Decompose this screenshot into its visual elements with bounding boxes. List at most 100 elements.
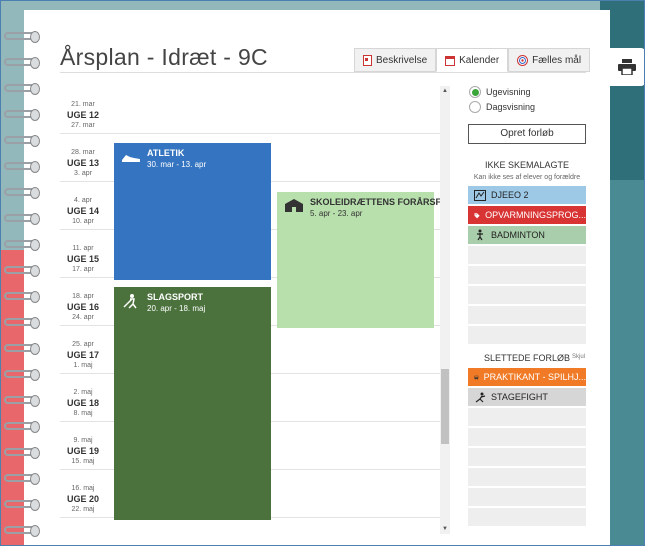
radio-unselected-icon [469, 101, 481, 113]
week-start-date: 28. mar [71, 149, 95, 156]
week-label: UGE 13 [66, 158, 99, 168]
course-block-slagsport[interactable]: SLAGSPORT 20. apr - 18. maj [114, 287, 271, 520]
empty-slot [468, 468, 586, 487]
deleted-title: SLETTEDE FORLØB [483, 353, 571, 363]
week-end-date: 22. maj [71, 506, 95, 513]
week-start-date: 21. mar [71, 101, 95, 108]
spiral-ring [4, 57, 40, 69]
week-end-date: 17. apr [72, 266, 94, 273]
print-button[interactable] [608, 48, 645, 86]
radio-selected-icon [469, 86, 481, 98]
unscheduled-item[interactable]: BADMINTON [468, 226, 586, 245]
tab-bar: Beskrivelse Kalender Fælles mål [354, 48, 591, 72]
divider [60, 72, 586, 73]
deleted-item[interactable]: STAGEFIGHT [468, 388, 586, 407]
scroll-down-arrow-icon[interactable]: ▼ [440, 524, 450, 534]
spiral-ring [4, 291, 40, 303]
week-calendar: 21. mar UGE 12 27. mar 28. mar UGE 13 3.… [60, 86, 450, 534]
spiral-ring [4, 161, 40, 173]
document-icon [363, 54, 372, 66]
create-course-button[interactable]: Opret forløb [468, 124, 586, 144]
unscheduled-item[interactable]: DJEEO 2 [468, 186, 586, 205]
spiral-ring [4, 369, 40, 381]
week-end-date: 10. apr [72, 218, 94, 225]
hide-deleted-link[interactable]: Skjul [572, 354, 585, 360]
week-start-date: 18. apr [72, 293, 94, 300]
spiral-ring [4, 395, 40, 407]
spiral-ring [4, 109, 40, 121]
view-option-day[interactable]: Dagsvisning [469, 101, 535, 113]
empty-slot [468, 428, 586, 447]
scroll-thumb[interactable] [441, 369, 449, 444]
course-name: ATLETIK [147, 148, 185, 158]
empty-slot [468, 508, 586, 527]
week-label: UGE 12 [66, 110, 99, 120]
bus-icon [474, 375, 479, 380]
week-start-date: 4. apr [74, 197, 92, 204]
week-label: UGE 19 [66, 446, 99, 456]
empty-slot [468, 326, 586, 345]
item-label: PRAKTIKANT - SPILHJ... [483, 372, 586, 382]
spiral-ring [4, 265, 40, 277]
tag-icon [474, 212, 480, 218]
week-end-date: 24. apr [72, 314, 94, 321]
item-label: OPVARMNINGSPROG... [485, 210, 586, 220]
school-icon [285, 199, 303, 212]
target-icon [517, 54, 529, 66]
tab-label: Kalender [459, 54, 500, 66]
hockey-icon [123, 294, 137, 309]
empty-slot [468, 408, 586, 427]
item-label: BADMINTON [491, 230, 545, 240]
course-block-skoleidraet[interactable]: SKOLEIDRÆTTENS FORÅRSFE... 5. apr - 23. … [277, 192, 450, 328]
fighter-icon [475, 392, 486, 402]
page-title: Årsplan - Idræt - 9C [60, 44, 268, 70]
calendar-scrollbar[interactable]: ▲ ▼ [440, 86, 450, 534]
deleted-item[interactable]: PRAKTIKANT - SPILHJ... [468, 368, 586, 387]
calendar-icon [445, 55, 456, 66]
spiral-ring [4, 135, 40, 147]
spiral-ring [4, 421, 40, 433]
spiral-ring [4, 447, 40, 459]
spiral-ring [4, 31, 40, 43]
tab-kalender[interactable]: Kalender [436, 48, 509, 72]
empty-slot [468, 448, 586, 467]
week-start-date: 9. maj [73, 437, 93, 444]
tab-label: Fælles mål [532, 54, 582, 66]
running-shoe-icon [122, 155, 140, 162]
course-dates: 20. apr - 18. maj [147, 304, 206, 313]
empty-slot [468, 266, 586, 285]
week-end-date: 27. mar [71, 122, 95, 129]
empty-slot [468, 488, 586, 507]
unscheduled-subtitle: Kan ikke ses af elever og forældre [473, 174, 581, 181]
week-start-date: 2. maj [73, 389, 93, 396]
background-accent-right-lower [610, 180, 645, 546]
week-label: UGE 17 [66, 350, 99, 360]
course-name: SKOLEIDRÆTTENS FORÅRSFE... [310, 197, 450, 207]
spiral-ring [4, 239, 40, 251]
scroll-up-arrow-icon[interactable]: ▲ [440, 86, 450, 96]
spiral-ring [4, 473, 40, 485]
printer-icon [617, 59, 636, 75]
unscheduled-title: IKKE SKEMALAGTE [484, 160, 570, 170]
view-option-week[interactable]: Ugevisning [469, 86, 531, 98]
map-icon [474, 189, 486, 201]
course-block-atletik[interactable]: ATLETIK 30. mar - 13. apr [114, 143, 271, 280]
tab-beskrivelse[interactable]: Beskrivelse [354, 48, 437, 72]
unscheduled-item[interactable]: OPVARMNINGSPROG... [468, 206, 586, 225]
badminton-icon [477, 229, 483, 241]
spiral-ring [4, 187, 40, 199]
empty-slot [468, 286, 586, 305]
week-end-date: 8. maj [73, 410, 93, 417]
course-dates: 5. apr - 23. apr [310, 209, 363, 218]
week-end-date: 15. maj [71, 458, 95, 465]
week-label: UGE 16 [66, 302, 99, 312]
week-label: UGE 15 [66, 254, 99, 264]
tab-label: Beskrivelse [376, 54, 428, 66]
spiral-ring [4, 499, 40, 511]
view-option-label: Ugevisning [486, 87, 531, 97]
empty-slot [468, 246, 586, 265]
spiral-ring [4, 343, 40, 355]
week-label: UGE 20 [66, 494, 99, 504]
item-label: STAGEFIGHT [491, 392, 548, 402]
tab-faelles-maal[interactable]: Fælles mål [508, 48, 591, 72]
